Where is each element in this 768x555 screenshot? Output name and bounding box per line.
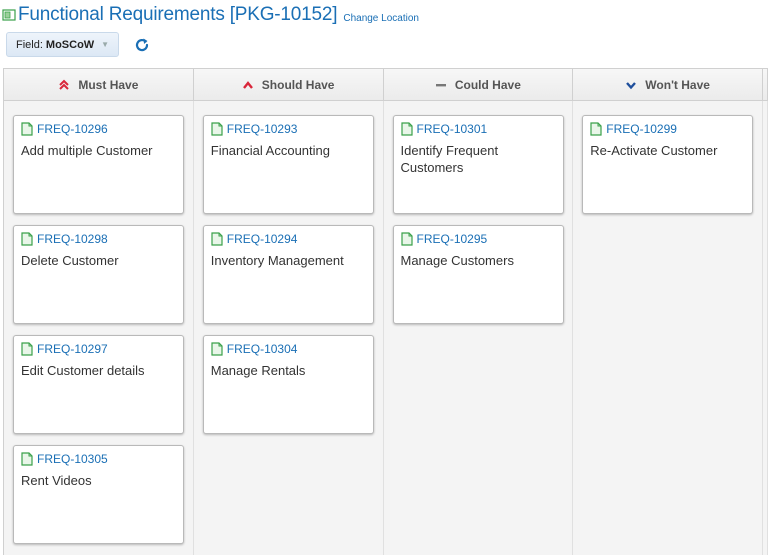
column-header-extra — [763, 69, 768, 101]
requirement-title: Edit Customer details — [21, 363, 145, 378]
requirement-card[interactable]: FREQ-10301 Identify Frequent Customers — [392, 115, 564, 214]
document-icon — [21, 232, 33, 246]
document-icon — [211, 122, 223, 136]
column-label: Could Have — [454, 77, 521, 92]
requirement-id-link[interactable]: FREQ-10297 — [37, 342, 108, 356]
requirement-title: Delete Customer — [21, 253, 119, 268]
requirement-id-link[interactable]: FREQ-10304 — [227, 342, 298, 356]
requirement-id-link[interactable]: FREQ-10301 — [417, 122, 488, 136]
requirement-card[interactable]: FREQ-10294 Inventory Management — [202, 225, 374, 324]
document-icon — [211, 342, 223, 356]
requirement-card[interactable]: FREQ-10304 Manage Rentals — [202, 335, 374, 434]
column-could-have: FREQ-10301 Identify Frequent Customers F… — [383, 101, 574, 555]
document-icon — [400, 232, 413, 246]
requirement-title: Rent Videos — [21, 473, 92, 488]
requirement-title: Identify Frequent Customers — [400, 143, 499, 175]
requirement-id-link[interactable]: FREQ-10305 — [37, 452, 108, 466]
package-icon — [2, 8, 16, 22]
requirement-id-link[interactable]: FREQ-10298 — [37, 232, 108, 246]
kanban-board: Must Have Should Have Could Have Won't H… — [3, 68, 768, 555]
caret-down-icon: ▼ — [101, 40, 110, 49]
requirement-id-link[interactable]: FREQ-10299 — [606, 122, 677, 136]
document-icon — [21, 342, 33, 356]
column-header-could-have[interactable]: Could Have — [383, 69, 574, 101]
document-icon — [400, 122, 413, 136]
page-title: Functional Requirements [PKG-10152] — [18, 4, 338, 25]
column-header-should-have[interactable]: Should Have — [193, 69, 384, 101]
requirement-id-link[interactable]: FREQ-10294 — [227, 232, 298, 246]
change-location-link[interactable]: Change Location — [343, 13, 419, 24]
requirement-card[interactable]: FREQ-10305 Rent Videos — [13, 445, 184, 544]
column-label: Must Have — [78, 77, 139, 92]
field-label: Field: — [16, 38, 43, 51]
requirement-card[interactable]: FREQ-10296 Add multiple Customer — [13, 115, 184, 214]
column-must-have: FREQ-10296 Add multiple Customer FREQ-10… — [4, 101, 194, 555]
requirement-card[interactable]: FREQ-10297 Edit Customer details — [13, 335, 184, 434]
column-label: Should Have — [261, 77, 335, 92]
column-label: Won't Have — [645, 77, 710, 92]
requirement-title: Inventory Management — [210, 253, 344, 268]
column-headers: Must Have Should Have Could Have Won't H… — [4, 69, 768, 101]
requirement-title: Add multiple Customer — [21, 143, 153, 158]
requirement-card[interactable]: FREQ-10298 Delete Customer — [13, 225, 184, 324]
field-selector-button[interactable]: Field: MoSCoW ▼ — [6, 32, 120, 57]
field-value: MoSCoW — [45, 38, 95, 51]
requirement-title: Financial Accounting — [210, 143, 330, 158]
dash-icon — [435, 80, 447, 90]
requirement-id-link[interactable]: FREQ-10296 — [37, 122, 108, 136]
document-icon — [590, 122, 602, 136]
column-header-must-have[interactable]: Must Have — [4, 69, 194, 101]
columns: FREQ-10296 Add multiple Customer FREQ-10… — [4, 101, 768, 555]
column-wont-have: FREQ-10299 Re-Activate Customer — [573, 101, 763, 555]
column-extra — [763, 101, 768, 555]
column-header-wont-have[interactable]: Won't Have — [573, 69, 763, 101]
chevron-down-icon — [625, 80, 637, 90]
requirement-title: Manage Rentals — [210, 363, 306, 378]
double-chevron-up-icon — [58, 79, 70, 91]
document-icon — [21, 452, 33, 466]
requirement-card[interactable]: FREQ-10295 Manage Customers — [392, 225, 564, 324]
chevron-up-icon — [242, 80, 254, 90]
requirement-id-link[interactable]: FREQ-10293 — [227, 122, 298, 136]
column-should-have: FREQ-10293 Financial Accounting FREQ-102… — [193, 101, 384, 555]
refresh-icon[interactable] — [131, 34, 153, 56]
requirement-title: Re-Activate Customer — [590, 143, 718, 158]
requirement-title: Manage Customers — [400, 253, 514, 268]
requirement-card[interactable]: FREQ-10299 Re-Activate Customer — [582, 115, 754, 214]
toolbar: Field: MoSCoW ▼ — [6, 32, 153, 57]
document-icon — [211, 232, 223, 246]
requirement-id-link[interactable]: FREQ-10295 — [417, 232, 488, 246]
page-header: Functional Requirements [PKG-10152] Chan… — [2, 4, 419, 26]
requirement-card[interactable]: FREQ-10293 Financial Accounting — [202, 115, 374, 214]
document-icon — [21, 122, 33, 136]
